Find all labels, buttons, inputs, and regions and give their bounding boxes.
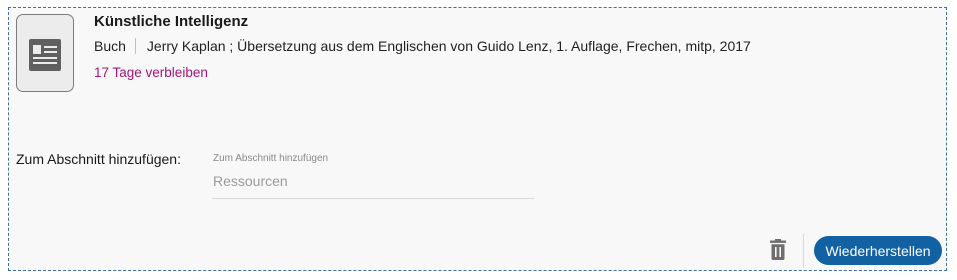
resource-thumbnail [16,14,74,92]
document-icon [29,39,61,71]
section-input[interactable] [212,170,531,192]
due-status: 17 Tage verbleiben [94,65,208,80]
add-to-section-label: Zum Abschnitt hinzufügen: [16,151,181,167]
section-field: Zum Abschnitt hinzufügen [212,150,534,199]
trash-icon [770,239,786,260]
resource-type: Buch [94,38,126,54]
resource-title: Künstliche Intelligenz [94,13,249,30]
resource-details: Jerry Kaplan ; Übersetzung aus dem Engli… [146,38,751,54]
restore-button[interactable]: Wiederherstellen [814,236,942,265]
section-field-label: Zum Abschnitt hinzufügen [213,153,329,164]
meta-separator [134,38,136,54]
actions-divider [803,234,804,268]
resource-meta: Buch Jerry Kaplan ; Übersetzung aus dem … [94,38,751,54]
delete-button[interactable] [769,239,787,261]
resource-card: Künstliche Intelligenz Buch Jerry Kaplan… [8,7,947,271]
